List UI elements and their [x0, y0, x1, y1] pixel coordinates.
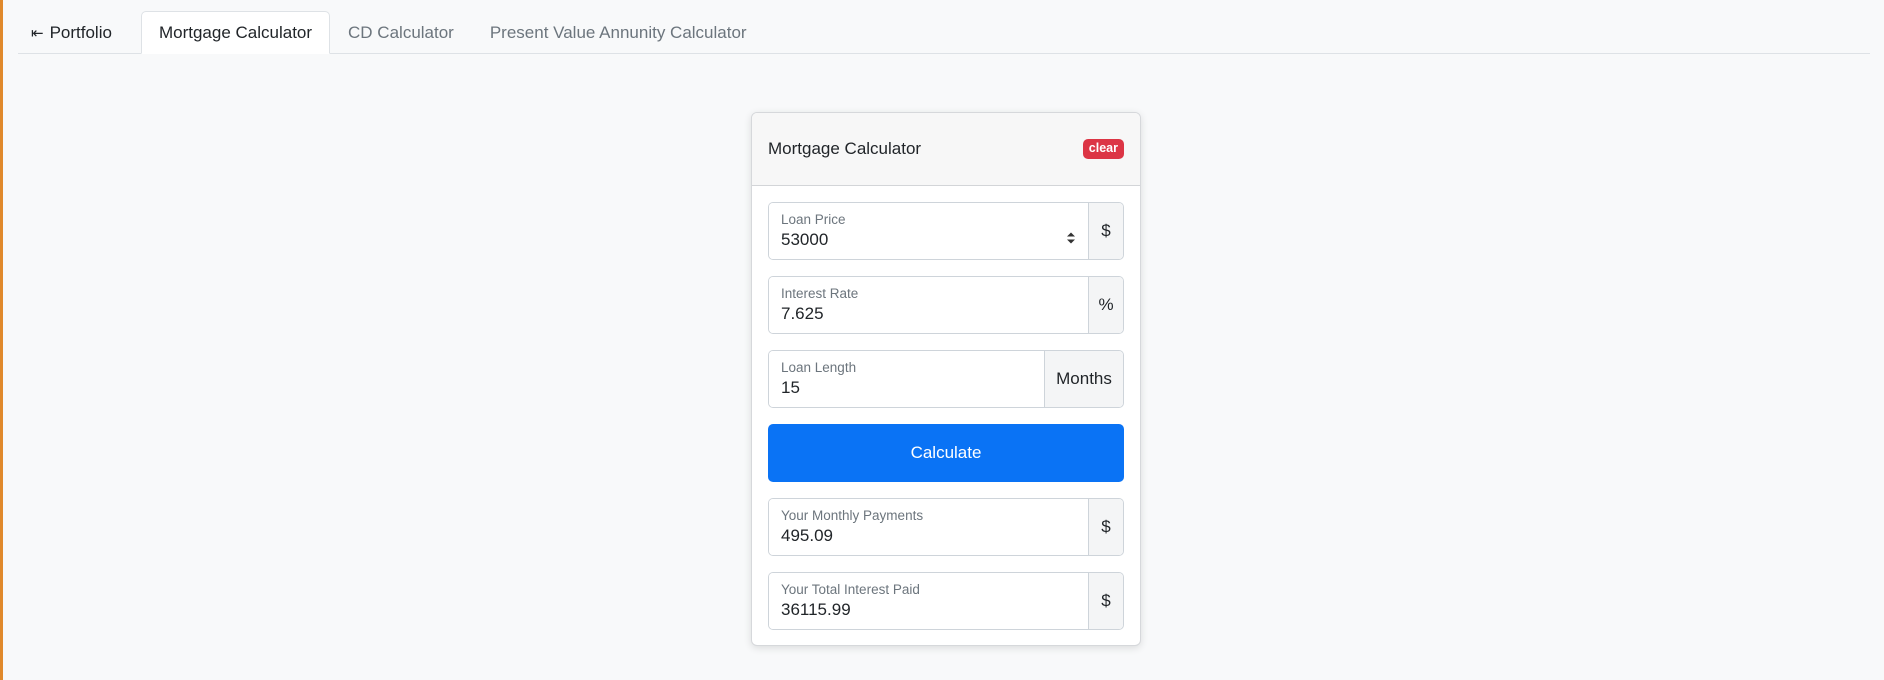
total-interest-output[interactable] [781, 600, 1076, 620]
loan-length-months-addon: Months [1044, 351, 1123, 407]
tab-label: Present Value Annunity Calculator [489, 22, 747, 42]
loan-price-input[interactable] [781, 230, 1076, 250]
total-interest-label: Your Total Interest Paid [781, 582, 920, 597]
tab-cd-calculator[interactable]: CD Calculator [330, 11, 472, 54]
monthly-payments-label: Your Monthly Payments [781, 508, 924, 523]
monthly-payments-currency-addon: $ [1088, 499, 1123, 555]
tab-label: Mortgage Calculator [158, 22, 313, 42]
loan-price-group: Loan Price $ [768, 202, 1124, 260]
tab-present-value-annuity-calculator[interactable]: Present Value Annunity Calculator [472, 11, 765, 54]
interest-rate-group: Interest Rate % [768, 276, 1124, 334]
number-spinner-icon[interactable] [1066, 231, 1076, 245]
loan-length-field[interactable]: Loan Length [769, 351, 1044, 407]
arrow-left-bar-icon: ⇤ [31, 24, 44, 42]
monthly-payments-output[interactable] [781, 526, 1076, 546]
calculate-button[interactable]: Calculate [768, 424, 1124, 482]
total-interest-currency-addon: $ [1088, 573, 1123, 629]
card-header: Mortgage Calculator clear [752, 113, 1140, 186]
total-interest-field[interactable]: Your Total Interest Paid [769, 573, 1088, 629]
interest-rate-input[interactable] [781, 304, 1076, 324]
mortgage-calculator-card: Mortgage Calculator clear Loan Price $ I… [751, 112, 1141, 646]
card-body: Loan Price $ Interest Rate % Loan Length [752, 186, 1140, 630]
clear-button[interactable]: clear [1082, 138, 1124, 160]
tab-portfolio-back[interactable]: ⇤ Portfolio [18, 11, 141, 54]
loan-price-field[interactable]: Loan Price [769, 203, 1088, 259]
tab-mortgage-calculator[interactable]: Mortgage Calculator [140, 11, 331, 54]
top-tab-bar: ⇤ Portfolio Mortgage Calculator CD Calcu… [18, 11, 1870, 54]
tab-label: CD Calculator [348, 22, 454, 42]
card-title: Mortgage Calculator [768, 139, 922, 158]
monthly-payments-field[interactable]: Your Monthly Payments [769, 499, 1088, 555]
loan-length-group: Loan Length Months [768, 350, 1124, 408]
tab-label: Portfolio [49, 22, 112, 42]
loan-length-label: Loan Length [781, 360, 857, 375]
loan-price-currency-addon: $ [1088, 203, 1123, 259]
loan-length-input[interactable] [781, 378, 1032, 398]
monthly-payments-group: Your Monthly Payments $ [768, 498, 1124, 556]
interest-rate-label: Interest Rate [781, 286, 859, 301]
interest-rate-percent-addon: % [1088, 277, 1123, 333]
total-interest-group: Your Total Interest Paid $ [768, 572, 1124, 630]
loan-price-label: Loan Price [781, 212, 846, 227]
interest-rate-field[interactable]: Interest Rate [769, 277, 1088, 333]
